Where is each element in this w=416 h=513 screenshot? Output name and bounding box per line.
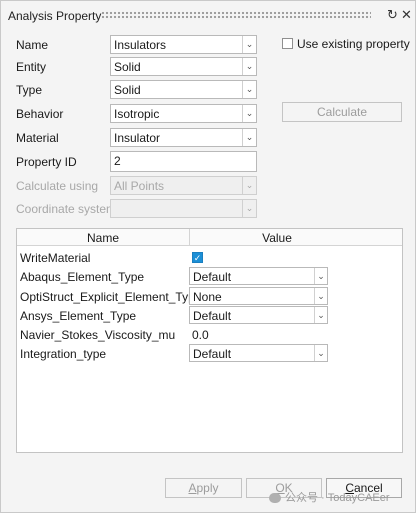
name-label: Name xyxy=(16,38,49,52)
behavior-value: Isotropic xyxy=(114,107,160,121)
table-header: Name Value xyxy=(17,229,402,246)
chevron-down-icon[interactable]: ⌄ xyxy=(314,288,327,304)
behavior-label: Behavior xyxy=(16,107,64,121)
calculate-using-value: All Points xyxy=(114,179,165,193)
use-existing-checkbox[interactable] xyxy=(282,38,293,49)
property-id-label: Property ID xyxy=(16,155,77,169)
panel-title: Analysis Property xyxy=(8,9,102,23)
apply-button[interactable]: Apply xyxy=(165,478,242,498)
chevron-down-icon[interactable]: ⌄ xyxy=(242,58,256,75)
chevron-down-icon[interactable]: ⌄ xyxy=(314,268,327,284)
navier-stokes-value[interactable]: 0.0 xyxy=(192,328,209,342)
abaqus-element-type-value: Default xyxy=(193,270,232,284)
column-header-value[interactable]: Value xyxy=(190,231,364,245)
material-value: Insulator xyxy=(114,131,161,145)
chevron-down-icon[interactable]: ⌄ xyxy=(242,81,256,98)
abaqus-element-type-combo[interactable]: Default ⌄ xyxy=(189,267,328,285)
column-header-name[interactable]: Name xyxy=(17,231,189,245)
refresh-icon[interactable]: ↻ xyxy=(387,7,398,23)
entity-combo[interactable]: Solid ⌄ xyxy=(110,57,257,76)
chevron-down-icon[interactable]: ⌄ xyxy=(242,177,256,194)
close-icon[interactable]: ✕ xyxy=(401,7,412,23)
name-value: Insulators xyxy=(114,38,167,52)
optistruct-element-type-combo[interactable]: None ⌄ xyxy=(189,287,328,305)
type-combo[interactable]: Solid ⌄ xyxy=(110,80,257,99)
integration-type-value: Default xyxy=(193,347,232,361)
ansys-element-type-combo[interactable]: Default ⌄ xyxy=(189,306,328,324)
coordinate-system-label: Coordinate system xyxy=(16,202,117,216)
ansys-element-type-value: Default xyxy=(193,309,232,323)
chevron-down-icon[interactable]: ⌄ xyxy=(242,129,256,146)
material-label: Material xyxy=(16,131,59,145)
wechat-icon xyxy=(269,493,281,504)
watermark: 公众号 · TodayCAEer xyxy=(269,489,390,505)
watermark-text: 公众号 · TodayCAEer xyxy=(285,492,390,504)
apply-label: pply xyxy=(196,481,219,495)
property-id-field[interactable]: 2 xyxy=(110,151,257,172)
integration-type-combo[interactable]: Default ⌄ xyxy=(189,344,328,362)
chevron-down-icon[interactable]: ⌄ xyxy=(242,105,256,122)
entity-value: Solid xyxy=(114,60,141,74)
entity-label: Entity xyxy=(16,60,47,74)
row-name-navier-stokes: Navier_Stokes_Viscosity_mu xyxy=(20,328,176,342)
material-combo[interactable]: Insulator ⌄ xyxy=(110,128,257,147)
analysis-property-panel: Analysis Property ↻ ✕ Name Insulators ⌄ … xyxy=(0,0,416,513)
chevron-down-icon[interactable]: ⌄ xyxy=(242,200,256,217)
chevron-down-icon[interactable]: ⌄ xyxy=(314,307,327,323)
calculate-using-combo[interactable]: All Points ⌄ xyxy=(110,176,257,195)
type-value: Solid xyxy=(114,83,141,97)
chevron-down-icon[interactable]: ⌄ xyxy=(242,36,256,53)
titlebar: Analysis Property ↻ ✕ xyxy=(1,1,415,31)
chevron-down-icon[interactable]: ⌄ xyxy=(314,345,327,361)
type-label: Type xyxy=(16,83,43,97)
row-name-abaqus: Abaqus_Element_Type xyxy=(20,270,145,284)
property-id-value: 2 xyxy=(114,154,121,168)
drag-handle[interactable] xyxy=(101,11,371,20)
name-combo[interactable]: Insulators ⌄ xyxy=(110,35,257,54)
row-name-ansys: Ansys_Element_Type xyxy=(20,309,137,323)
apply-mnemonic: A xyxy=(188,481,197,495)
property-table: Name Value WriteMaterial ✓ Abaqus_Elemen… xyxy=(16,228,403,453)
use-existing-label: Use existing property xyxy=(297,37,410,51)
row-name-integration-type: Integration_type xyxy=(20,347,107,361)
calculate-using-label: Calculate using xyxy=(16,179,99,193)
writematerial-checkbox[interactable]: ✓ xyxy=(192,252,203,263)
row-name-optistruct: OptiStruct_Explicit_Element_Type xyxy=(20,290,202,304)
calculate-button[interactable]: Calculate xyxy=(282,102,402,122)
row-name-writematerial: WriteMaterial xyxy=(20,251,91,265)
behavior-combo[interactable]: Isotropic ⌄ xyxy=(110,104,257,123)
coordinate-system-combo[interactable]: ⌄ xyxy=(110,199,257,218)
optistruct-element-type-value: None xyxy=(193,290,222,304)
